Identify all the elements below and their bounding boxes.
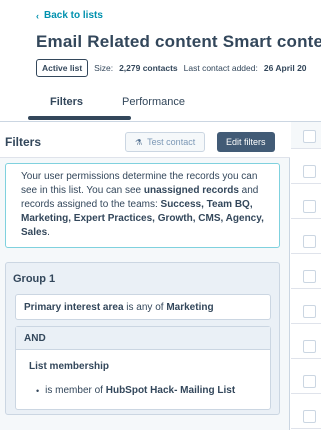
row-checkbox[interactable] — [303, 200, 316, 213]
filters-panel-title: Filters — [5, 135, 42, 149]
table-row — [291, 192, 321, 219]
table-row — [291, 402, 321, 429]
table-header-row — [291, 122, 321, 149]
size-value: 2,279 contacts — [119, 63, 178, 73]
flask-icon: ⚗ — [135, 137, 143, 147]
permissions-notice: Your user permissions determine the reco… — [5, 163, 280, 248]
row-checkbox[interactable] — [303, 165, 316, 178]
tab-performance[interactable]: Performance — [122, 96, 185, 108]
filter-condition[interactable]: Primary interest area is any of Marketin… — [15, 294, 271, 320]
edit-filters-button[interactable]: Edit filters — [217, 132, 275, 152]
filters-panel: Filters ⚗ Test contact Edit filters Your… — [0, 122, 290, 430]
select-all-checkbox[interactable] — [303, 130, 316, 143]
table-row — [291, 367, 321, 394]
table-row — [291, 262, 321, 289]
back-to-lists-link[interactable]: ‹ Back to lists — [36, 10, 103, 21]
row-checkbox[interactable] — [303, 270, 316, 283]
contacts-table-edge — [291, 122, 321, 430]
row-checkbox[interactable] — [303, 305, 316, 318]
group-title: Group 1 — [13, 273, 56, 285]
filters-panel-header: Filters ⚗ Test contact Edit filters — [0, 122, 290, 158]
page-title: Email Related content Smart content- — [36, 32, 321, 51]
row-checkbox[interactable] — [303, 340, 316, 353]
condition-property: Primary interest area — [24, 301, 124, 313]
table-row — [291, 157, 321, 184]
row-checkbox[interactable] — [303, 375, 316, 388]
active-tab-indicator — [28, 116, 131, 120]
list-membership-item: • is member of HubSpot Hack- Mailing Lis… — [36, 385, 235, 396]
bullet-icon: • — [36, 385, 40, 396]
condition-value: Marketing — [166, 301, 214, 313]
filter-group: Group 1 Primary interest area is any of … — [5, 262, 280, 415]
table-row — [291, 297, 321, 324]
size-label: Size: — [94, 63, 114, 73]
table-row — [291, 227, 321, 254]
test-contact-button[interactable]: ⚗ Test contact — [125, 132, 206, 152]
active-list-badge: Active list — [36, 59, 89, 77]
and-label: AND — [16, 327, 270, 350]
membership-list-name: HubSpot Hack- Mailing List — [105, 385, 236, 396]
membership-prefix: is member of — [45, 385, 106, 396]
back-to-lists-label: Back to lists — [44, 10, 103, 21]
chevron-left-icon: ‹ — [36, 10, 39, 21]
and-filter-block[interactable]: AND List membership • is member of HubSp… — [15, 326, 271, 410]
last-added-label: Last contact added: — [183, 63, 258, 73]
test-contact-label: Test contact — [147, 137, 196, 147]
row-checkbox[interactable] — [303, 235, 316, 248]
table-row — [291, 332, 321, 359]
notice-bold-unassigned: unassigned records — [143, 185, 239, 196]
list-membership-title: List membership — [29, 361, 110, 372]
condition-operator: is any of — [123, 301, 167, 313]
last-added-value: 26 April 20 — [263, 63, 307, 73]
row-checkbox[interactable] — [303, 410, 316, 423]
list-meta: Active list Size: 2,279 contacts Last co… — [36, 59, 321, 77]
notice-text-3: . — [47, 227, 50, 238]
tab-filters[interactable]: Filters — [50, 96, 83, 108]
